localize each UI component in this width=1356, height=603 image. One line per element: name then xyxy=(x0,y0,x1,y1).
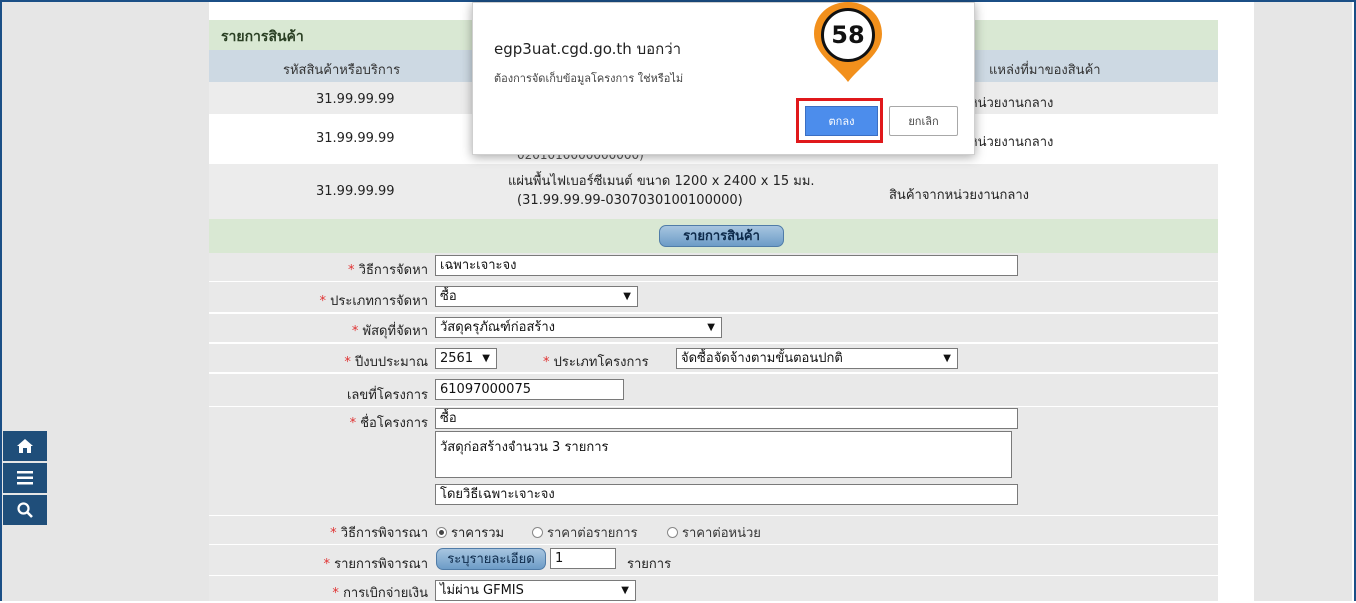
specify-details-button[interactable]: ระบุรายละเอียด xyxy=(436,548,546,570)
project-type-label: * ประเภทโครงการ xyxy=(543,355,649,370)
procurement-type-label: * ประเภทการจัดหา xyxy=(319,294,428,309)
row-code: 31.99.99.99 xyxy=(316,184,395,199)
method-field[interactable]: เฉพาะเจาะจง xyxy=(435,255,1018,276)
search-icon xyxy=(17,502,33,518)
cancel-button[interactable]: ยกเลิก xyxy=(889,106,958,136)
project-no-field[interactable]: 61097000075 xyxy=(435,379,624,400)
consideration-label: * วิธีการพิจารณา xyxy=(330,526,428,541)
row-name-line1: แผ่นพื้นไฟเบอร์ซีเมนต์ ขนาด 1200 x 2400 … xyxy=(508,174,815,189)
consideration-count-field[interactable]: 1 xyxy=(550,548,616,569)
project-name-suffix-field[interactable]: โดยวิธีเฉพาะเจาะจง xyxy=(435,484,1018,505)
row-source: หน่วยงานกลาง xyxy=(969,96,1054,111)
method-label: * วิธีการจัดหา xyxy=(348,263,428,278)
column-header-code: รหัสสินค้าหรือบริการ xyxy=(283,63,401,78)
home-icon xyxy=(17,439,33,453)
menu-button[interactable] xyxy=(3,463,47,493)
radio-price-per-unit[interactable]: ราคาต่อหน่วย xyxy=(667,522,761,543)
row-code: 31.99.99.99 xyxy=(316,92,395,107)
disbursement-select[interactable]: ไม่ผ่าน GFMIS xyxy=(435,580,636,601)
row-source: สินค้าจากหน่วยงานกลาง xyxy=(889,188,1029,203)
search-button[interactable] xyxy=(3,495,47,525)
project-name-prefix-field[interactable]: ซื้อ xyxy=(435,408,1018,429)
project-type-select[interactable]: จัดซื้อจัดจ้างตามขั้นตอนปกติ xyxy=(676,348,958,369)
row-code: 31.99.99.99 xyxy=(316,131,395,146)
column-header-source: แหล่งที่มาของสินค้า xyxy=(989,63,1101,78)
products-section-title: รายการสินค้า xyxy=(221,29,304,45)
consideration-items-label: * รายการพิจารณา xyxy=(323,557,428,572)
project-name-textarea[interactable]: วัสดุก่อสร้างจำนวน 3 รายการ xyxy=(435,431,1012,478)
radio-price-per-item[interactable]: ราคาต่อรายการ xyxy=(532,522,638,543)
project-no-label: เลขที่โครงการ xyxy=(346,388,428,403)
confirm-dialog: egp3uat.cgd.go.th บอกว่า ต้องการจัดเก็บข… xyxy=(472,2,975,155)
right-gutter xyxy=(1254,2,1352,601)
dialog-message: ต้องการจัดเก็บข้อมูลโครงการ ใช่หรือไม่ xyxy=(494,72,684,85)
menu-icon xyxy=(17,471,33,485)
row-name-line2: (31.99.99.99-0307030100100000) xyxy=(517,193,743,208)
budget-year-select[interactable]: 2561 xyxy=(435,348,497,369)
row-source: หน่วยงานกลาง xyxy=(969,135,1054,150)
ok-highlight-box xyxy=(796,98,883,143)
consideration-unit: รายการ xyxy=(627,557,672,572)
supply-label: * พัสดุที่จัดหา xyxy=(351,324,428,339)
step-number: 58 xyxy=(821,8,875,62)
project-name-label: * ชื่อโครงการ xyxy=(349,416,428,431)
disbursement-label: * การเบิกจ่ายเงิน xyxy=(332,586,428,601)
supply-select[interactable]: วัสดุครุภัณฑ์ก่อสร้าง xyxy=(435,317,722,338)
home-button[interactable] xyxy=(3,431,47,461)
products-list-button[interactable]: รายการสินค้า xyxy=(659,225,784,247)
procurement-type-select[interactable]: ซื้อ xyxy=(435,286,638,307)
radio-total-price[interactable]: ราคารวม xyxy=(436,522,504,543)
dialog-origin: egp3uat.cgd.go.th บอกว่า xyxy=(494,40,682,58)
budget-year-label: * ปีงบประมาณ xyxy=(344,355,428,370)
